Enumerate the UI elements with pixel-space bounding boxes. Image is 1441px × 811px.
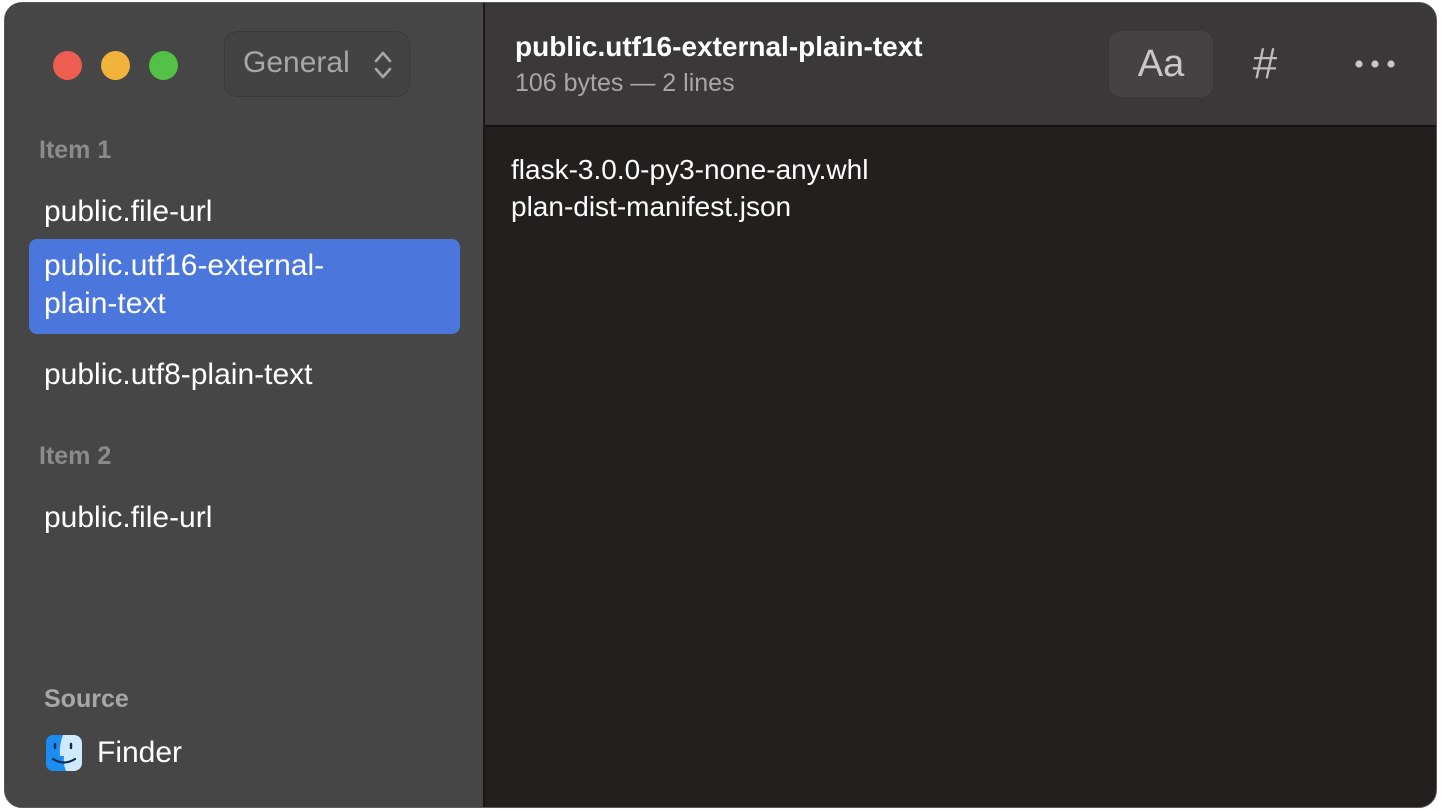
sidebar-item-file-url[interactable]: public.file-url — [29, 185, 460, 239]
finder-icon — [46, 735, 82, 771]
ellipsis-icon — [1355, 60, 1395, 68]
content-text[interactable]: flask-3.0.0-py3-none-any.whl plan-dist-m… — [511, 151, 868, 225]
sidebar-item-file-url-2[interactable]: public.file-url — [29, 491, 460, 545]
maximize-window-button[interactable] — [149, 51, 178, 80]
more-button[interactable] — [1347, 31, 1403, 97]
sidebar-item-label: public.file-url — [44, 195, 213, 228]
source-app-name: Finder — [97, 736, 183, 769]
app-window: General Item 1 public.file-url public.ut… — [4, 2, 1437, 808]
sidebar-item-utf8-plain-text[interactable]: public.utf8-plain-text — [29, 348, 460, 402]
page-title: public.utf16-external-plain-text — [515, 31, 923, 62]
sidebar-item-label-continued: plain-text — [44, 287, 166, 320]
font-button[interactable]: Aa — [1109, 31, 1213, 97]
view-mode-select-label: General — [243, 46, 350, 79]
sidebar-item-label: public.utf16-external- — [44, 249, 325, 282]
sidebar-item-utf16-external-plain-text[interactable]: public.utf16-external- plain-text — [29, 239, 460, 334]
sidebar-item-label: public.file-url — [44, 501, 213, 534]
sidebar-item-label: public.utf8-plain-text — [44, 358, 313, 391]
source-title: Source — [44, 685, 129, 713]
hash-icon: # — [1252, 39, 1278, 88]
section-title-item-2: Item 2 — [39, 442, 112, 470]
page-subtitle: 106 bytes — 2 lines — [515, 69, 735, 97]
content-line: plan-dist-manifest.json — [511, 191, 792, 222]
minimize-window-button[interactable] — [101, 51, 130, 80]
content-line: flask-3.0.0-py3-none-any.whl — [511, 154, 869, 185]
sidebar: General Item 1 public.file-url public.ut… — [5, 3, 485, 807]
font-button-label: Aa — [1137, 42, 1185, 85]
close-window-button[interactable] — [53, 51, 82, 80]
section-title-item-1: Item 1 — [39, 136, 112, 164]
toolbar: public.utf16-external-plain-text 106 byt… — [485, 3, 1436, 127]
view-mode-select[interactable]: General — [224, 31, 410, 97]
hex-view-button[interactable]: # — [1237, 31, 1293, 97]
main-panel: public.utf16-external-plain-text 106 byt… — [485, 3, 1436, 807]
chevron-updown-icon — [374, 51, 392, 79]
source-app: Finder — [45, 734, 182, 772]
